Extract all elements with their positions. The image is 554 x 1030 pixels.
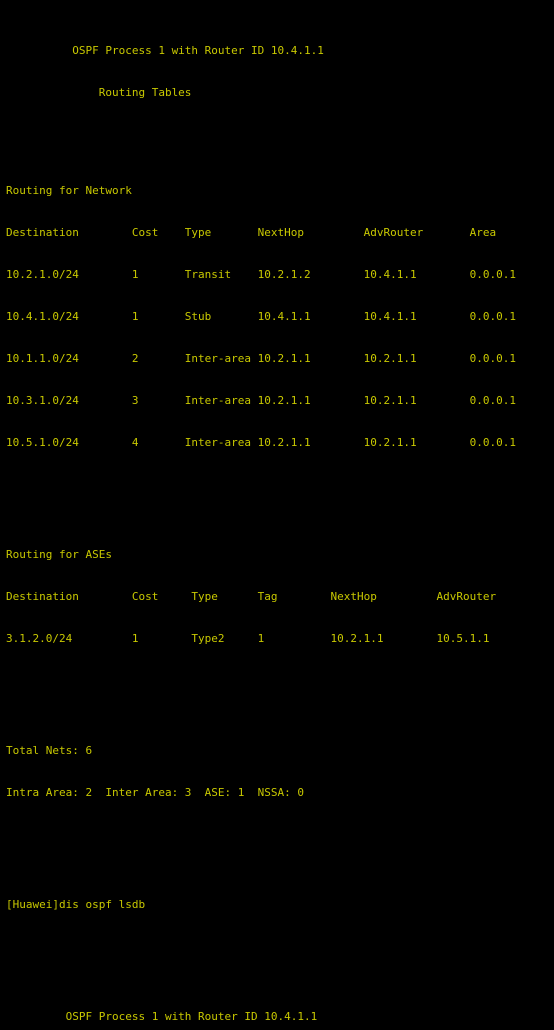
table-row: 10.5.1.0/24 4 Inter-area 10.2.1.1 10.2.1… <box>6 436 516 449</box>
table-row: 10.1.1.0/24 2 Inter-area 10.2.1.1 10.2.1… <box>6 352 516 365</box>
command-prompt-line[interactable]: [Huawei]dis ospf lsdb <box>6 898 554 912</box>
routing-for-ases-heading: Routing for ASEs <box>6 548 112 561</box>
lsdb-title-line: OSPF Process 1 with Router ID 10.4.1.1 <box>6 1010 318 1023</box>
network-table-header: Destination Cost Type NextHop AdvRouter … <box>6 226 497 239</box>
total-nets-line: Total Nets: 6 <box>6 744 93 757</box>
table-row: 3.1.2.0/24 1 Type2 1 10.2.1.1 10.5.1.1 <box>6 632 490 645</box>
terminal-output[interactable]: OSPF Process 1 with Router ID 10.4.1.1 R… <box>0 0 554 1023</box>
table-row: 10.3.1.0/24 3 Inter-area 10.2.1.1 10.2.1… <box>6 394 516 407</box>
ase-table-header: Destination Cost Type Tag NextHop AdvRou… <box>6 590 497 603</box>
routing-for-network-heading: Routing for Network <box>6 184 132 197</box>
table-row: 10.4.1.0/24 1 Stub 10.4.1.1 10.4.1.1 0.0… <box>6 310 516 323</box>
area-summary-line: Intra Area: 2 Inter Area: 3 ASE: 1 NSSA:… <box>6 786 305 799</box>
routing-tables-subtitle-line: Routing Tables <box>6 86 192 99</box>
routing-tables-title-line: OSPF Process 1 with Router ID 10.4.1.1 <box>6 44 324 57</box>
table-row: 10.2.1.0/24 1 Transit 10.2.1.2 10.4.1.1 … <box>6 268 516 281</box>
